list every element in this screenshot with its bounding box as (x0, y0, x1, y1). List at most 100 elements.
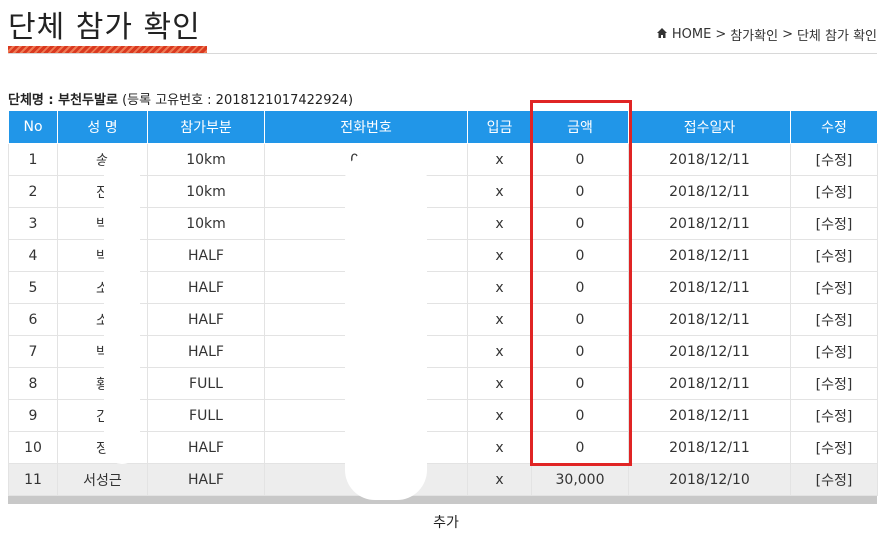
cell-edit: [수정] (790, 239, 878, 272)
cell-date: 2018/12/11 (628, 175, 791, 208)
header-paid: 입금 (467, 110, 532, 144)
cell-course: HALF (147, 463, 265, 496)
cell-no: 4 (8, 239, 58, 272)
cell-amount: 0 (531, 239, 629, 272)
cell-edit: [수정] (790, 431, 878, 464)
cell-date: 2018/12/11 (628, 143, 791, 176)
cell-paid: x (467, 463, 532, 496)
cell-no: 5 (8, 271, 58, 304)
cell-paid: x (467, 175, 532, 208)
cell-no: 2 (8, 175, 58, 208)
table-header-row: No 성 명 참가부분 전화번호 입금 금액 접수일자 수정 (8, 110, 878, 144)
cell-edit: [수정] (790, 367, 878, 400)
header-name: 성 명 (57, 110, 148, 144)
cell-course: HALF (147, 303, 265, 336)
cell-amount: 0 (531, 367, 629, 400)
group-name: 단체명 : 부천두발로 (8, 93, 118, 108)
cell-amount: 0 (531, 207, 629, 240)
cell-date: 2018/12/11 (628, 303, 791, 336)
cell-course: FULL (147, 367, 265, 400)
cell-paid: x (467, 399, 532, 432)
cell-amount: 0 (531, 143, 629, 176)
cell-edit: [수정] (790, 207, 878, 240)
edit-link[interactable]: [수정] (816, 313, 853, 329)
table-row: 11서성근HALF010-x30,0002018/12/10[수정] (8, 463, 878, 496)
table-footer-bar (8, 496, 877, 504)
cell-no: 6 (8, 303, 58, 336)
cell-paid: x (467, 303, 532, 336)
cell-date: 2018/12/11 (628, 239, 791, 272)
cell-edit: [수정] (790, 463, 878, 496)
edit-link[interactable]: [수정] (816, 345, 853, 361)
cell-date: 2018/12/11 (628, 335, 791, 368)
cell-course: 10km (147, 207, 265, 240)
cell-date: 2018/12/10 (628, 463, 791, 496)
group-info: 단체명 : 부천두발로 (등록 고유번호 : 2018121017422924) (8, 89, 353, 108)
cell-edit: [수정] (790, 303, 878, 336)
cell-paid: x (467, 271, 532, 304)
breadcrumb-item-participation[interactable]: 참가확인 (730, 25, 778, 44)
cell-amount: 0 (531, 303, 629, 336)
cell-paid: x (467, 239, 532, 272)
cell-no: 9 (8, 399, 58, 432)
cell-course: HALF (147, 431, 265, 464)
redaction-phone (345, 150, 427, 500)
redaction-name (104, 150, 140, 464)
cell-edit: [수정] (790, 399, 878, 432)
header-no: No (8, 110, 58, 144)
cell-no: 8 (8, 367, 58, 400)
cell-paid: x (467, 431, 532, 464)
cell-paid: x (467, 207, 532, 240)
cell-no: 3 (8, 207, 58, 240)
header-edit: 수정 (790, 110, 878, 144)
cell-paid: x (467, 367, 532, 400)
cell-date: 2018/12/11 (628, 367, 791, 400)
add-button[interactable]: 추가 (0, 512, 892, 532)
header-date: 접수일자 (628, 110, 791, 144)
cell-amount: 30,000 (531, 463, 629, 496)
breadcrumb-item-current: 단체 참가 확인 (796, 29, 877, 44)
cell-course: FULL (147, 399, 265, 432)
edit-link[interactable]: [수정] (816, 153, 853, 169)
edit-link[interactable]: [수정] (816, 249, 853, 265)
edit-link[interactable]: [수정] (816, 409, 853, 425)
edit-link[interactable]: [수정] (816, 473, 853, 489)
title-divider (8, 53, 877, 54)
cell-date: 2018/12/11 (628, 207, 791, 240)
cell-date: 2018/12/11 (628, 271, 791, 304)
cell-course: HALF (147, 271, 265, 304)
cell-course: HALF (147, 335, 265, 368)
cell-name: 서성근 (57, 463, 148, 496)
header-course: 참가부분 (147, 110, 265, 144)
page-title: 단체 참가 확인 (8, 10, 201, 45)
cell-amount: 0 (531, 271, 629, 304)
home-icon[interactable] (656, 27, 668, 43)
cell-edit: [수정] (790, 175, 878, 208)
header-phone: 전화번호 (264, 110, 468, 144)
cell-date: 2018/12/11 (628, 431, 791, 464)
cell-no: 7 (8, 335, 58, 368)
breadcrumb-separator: > (715, 27, 727, 42)
cell-amount: 0 (531, 335, 629, 368)
cell-paid: x (467, 335, 532, 368)
cell-no: 1 (8, 143, 58, 176)
cell-course: HALF (147, 239, 265, 272)
edit-link[interactable]: [수정] (816, 185, 853, 201)
cell-edit: [수정] (790, 143, 878, 176)
cell-amount: 0 (531, 175, 629, 208)
cell-no: 10 (8, 431, 58, 464)
edit-link[interactable]: [수정] (816, 281, 853, 297)
cell-amount: 0 (531, 431, 629, 464)
edit-link[interactable]: [수정] (816, 441, 853, 457)
registration-number: (등록 고유번호 : 2018121017422924) (117, 93, 354, 108)
title-underline (8, 46, 207, 53)
edit-link[interactable]: [수정] (816, 217, 853, 233)
edit-link[interactable]: [수정] (816, 377, 853, 393)
header-amount: 금액 (531, 110, 629, 144)
cell-edit: [수정] (790, 271, 878, 304)
cell-edit: [수정] (790, 335, 878, 368)
breadcrumb-home[interactable]: HOME (672, 27, 711, 42)
breadcrumb-separator: > (782, 27, 793, 42)
cell-course: 10km (147, 175, 265, 208)
cell-no: 11 (8, 463, 58, 496)
